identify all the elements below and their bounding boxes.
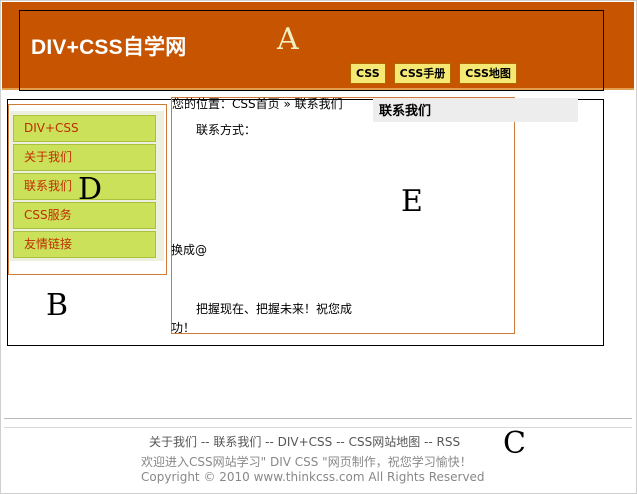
footer-copyright: Copyright © 2010 www.thinkcss.com All Ri… xyxy=(141,470,485,484)
region-label-d: D xyxy=(78,172,103,207)
footer-link-contact[interactable]: 联系我们 xyxy=(213,435,261,449)
footer-divider-inner xyxy=(4,427,632,428)
top-nav: CSS CSS手册 CSS地图 xyxy=(350,63,517,84)
footer-link-separator: -- xyxy=(261,435,278,449)
region-label-a: A xyxy=(277,22,299,57)
nav-button-css-manual[interactable]: CSS手册 xyxy=(393,63,452,84)
footer-link-separator: -- xyxy=(197,435,214,449)
sidebar-item-div-css[interactable]: DIV+CSS xyxy=(13,115,156,142)
footer-divider xyxy=(4,418,632,419)
footer-link-separator: -- xyxy=(420,435,437,449)
breadcrumb-home-link[interactable]: CSS首页 xyxy=(232,97,280,111)
nav-button-css-map[interactable]: CSS地图 xyxy=(459,63,517,84)
breadcrumb-prefix: 您的位置： xyxy=(172,97,233,111)
contact-line: 换成@ xyxy=(171,243,208,257)
footer-links: 关于我们 -- 联系我们 -- DIV+CSS -- CSS网站地图 -- RS… xyxy=(149,433,460,450)
region-label-b: B xyxy=(46,288,69,323)
contact-label: 联系方式： xyxy=(196,123,257,137)
content-title: 联系我们 xyxy=(379,104,432,119)
footer-welcome-text: 欢迎进入CSS网站学习" DIV CSS "网页制作，祝您学习愉快！ xyxy=(141,455,472,469)
footer-link-sitemap[interactable]: CSS网站地图 xyxy=(349,435,421,449)
region-label-e: E xyxy=(401,184,423,219)
slogan-text: 把握现在、把握未来！祝您成功！ xyxy=(171,302,353,335)
footer-link-div-css[interactable]: DIV+CSS xyxy=(278,435,333,449)
site-title[interactable]: DIV+CSS自学网 xyxy=(31,31,186,61)
footer-link-about[interactable]: 关于我们 xyxy=(149,435,197,449)
footer-link-rss[interactable]: RSS xyxy=(437,435,461,449)
sidebar-item-friend-links[interactable]: 友情链接 xyxy=(13,231,156,258)
region-label-c: C xyxy=(503,426,526,461)
nav-button-css[interactable]: CSS xyxy=(350,63,386,84)
breadcrumb: 您的位置：CSS首页 » 联系我们 xyxy=(172,95,343,112)
sidebar-item-about[interactable]: 关于我们 xyxy=(13,144,156,171)
footer-link-separator: -- xyxy=(332,435,349,449)
breadcrumb-current-link[interactable]: 联系我们 xyxy=(295,97,343,111)
breadcrumb-separator: » xyxy=(279,97,295,111)
